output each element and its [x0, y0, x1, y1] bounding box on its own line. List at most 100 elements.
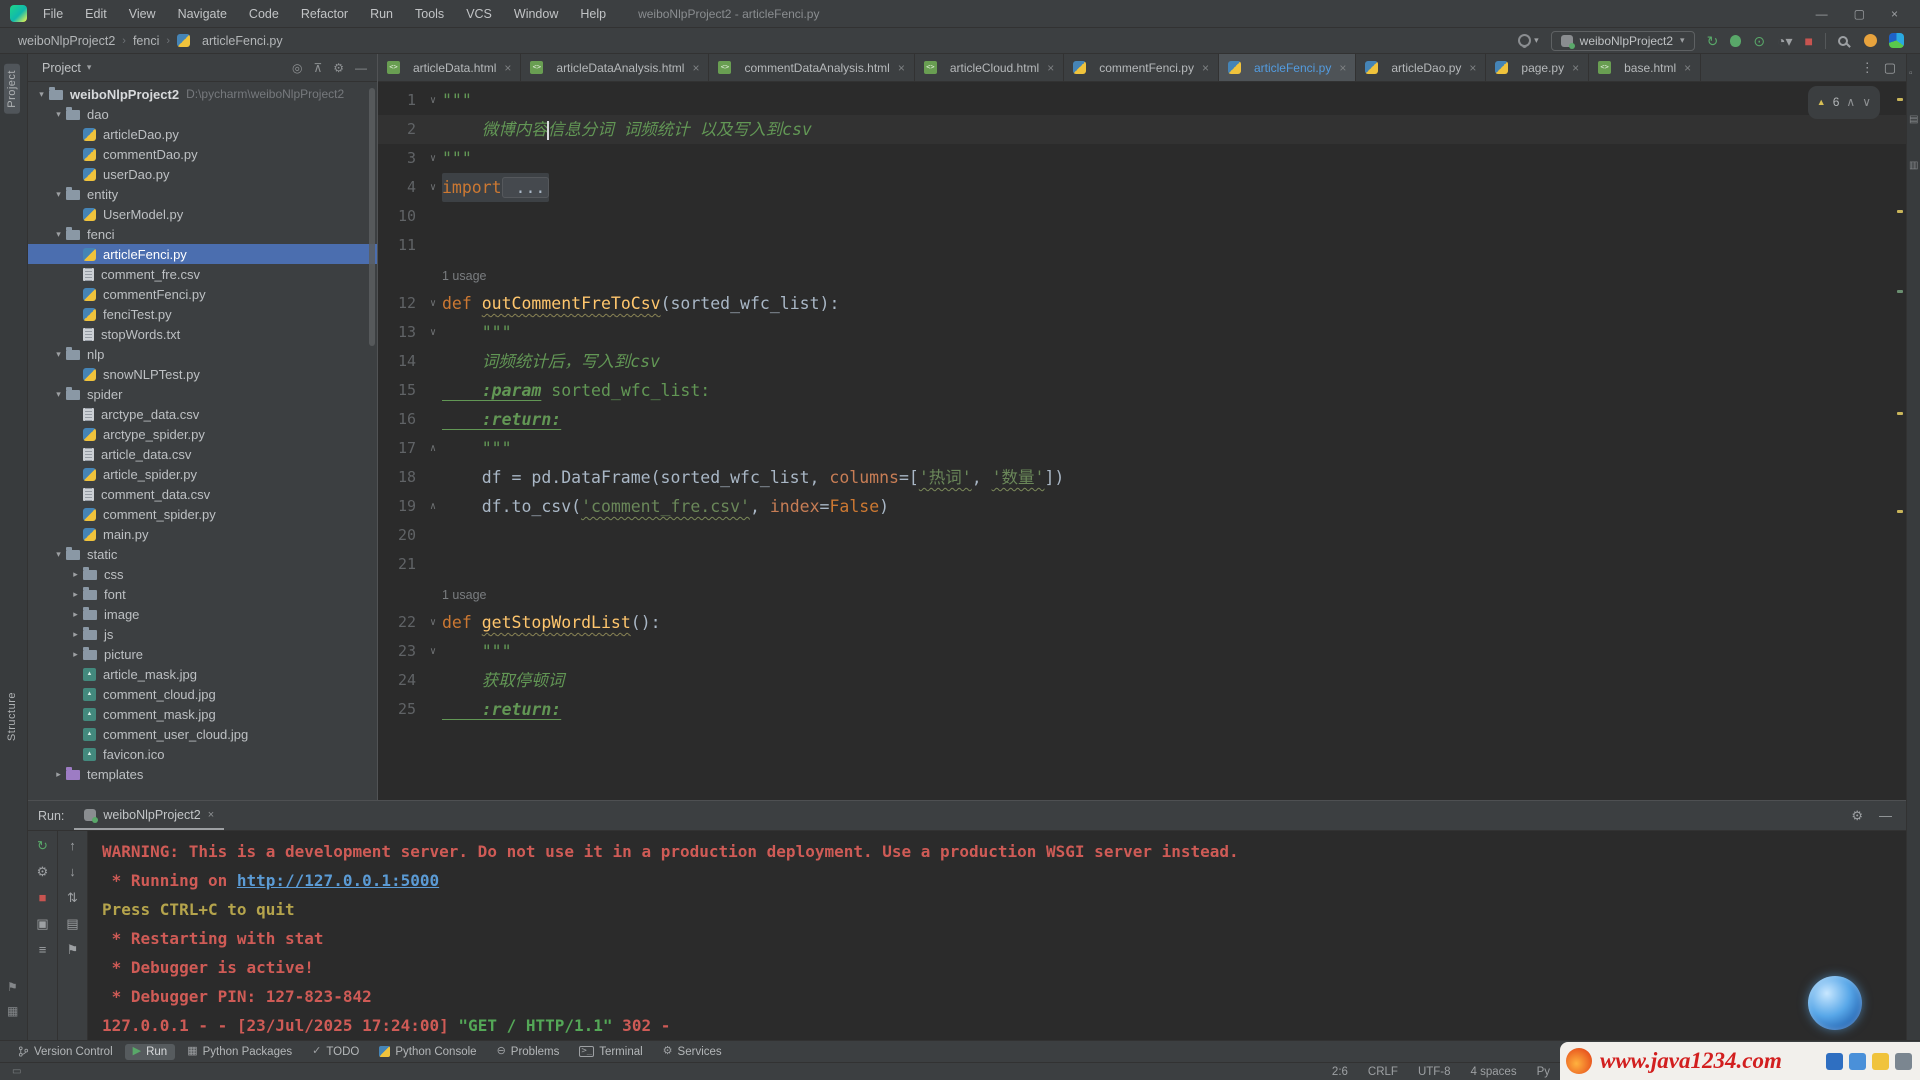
tree-item-commentdao-py[interactable]: commentDao.py: [28, 144, 377, 164]
status-indent[interactable]: 4 spaces: [1471, 1066, 1517, 1078]
run-tab[interactable]: weiboNlpProject2 ×: [74, 801, 225, 830]
hide-icon[interactable]: —: [355, 61, 367, 75]
menu-tools[interactable]: Tools: [413, 5, 446, 23]
fold-marker-icon[interactable]: ∨: [424, 173, 442, 202]
close-tab-icon[interactable]: ×: [504, 61, 511, 75]
menu-edit[interactable]: Edit: [83, 5, 109, 23]
close-tab-icon[interactable]: ×: [692, 61, 699, 75]
close-tab-icon[interactable]: ×: [1469, 61, 1476, 75]
tree-item-arctype-data-csv[interactable]: arctype_data.csv: [28, 404, 377, 424]
tree-item-comment-spider-py[interactable]: comment_spider.py: [28, 504, 377, 524]
chevron-down-icon[interactable]: ▾: [34, 89, 49, 100]
collapse-all-icon[interactable]: ⊼: [313, 61, 322, 75]
notifications-badge-icon[interactable]: [1864, 34, 1877, 47]
tree-item-spider[interactable]: ▾ spider: [28, 384, 377, 404]
tool-window-button-structure[interactable]: Structure: [6, 692, 18, 741]
toolbar-python-packages[interactable]: ▦ Python Packages: [179, 1044, 300, 1060]
status-caret-position[interactable]: 2:6: [1332, 1066, 1348, 1078]
sciview-icon[interactable]: ▥: [1909, 160, 1918, 171]
run-config-combo[interactable]: weiboNlpProject2 ▾: [1550, 30, 1695, 51]
tree-item-dao[interactable]: ▾ dao: [28, 104, 377, 124]
usage-hint[interactable]: 1 usage: [442, 269, 486, 283]
stop-icon[interactable]: ■: [39, 891, 47, 904]
chevron-right-icon[interactable]: ▸: [68, 609, 83, 620]
tab-articledata-html[interactable]: articleData.html ×: [378, 54, 522, 81]
tool-windows-icon[interactable]: ▦: [7, 1004, 18, 1018]
coverage-icon[interactable]: ⊙: [1753, 34, 1765, 48]
toolbar-terminal[interactable]: >_ Terminal: [571, 1044, 650, 1060]
status-interpreter[interactable]: Py: [1537, 1066, 1550, 1078]
project-panel-title[interactable]: Project: [42, 61, 81, 75]
tab-articlefenci-py[interactable]: articleFenci.py ×: [1218, 54, 1357, 81]
close-tab-icon[interactable]: ×: [1339, 61, 1346, 75]
chevron-right-icon[interactable]: ▸: [68, 569, 83, 580]
tree-item-fencitest-py[interactable]: fenciTest.py: [28, 304, 377, 324]
menu-vcs[interactable]: VCS: [464, 5, 494, 23]
toolbar-services[interactable]: ⚙ Services: [655, 1044, 730, 1060]
tree-item-article-mask-jpg[interactable]: article_mask.jpg: [28, 664, 377, 684]
tree-item-weibonlpproject2[interactable]: ▾ weiboNlpProject2 D:\pycharm\weiboNlpProj…: [28, 84, 377, 104]
tree-item-articlefenci-py[interactable]: articleFenci.py: [28, 244, 377, 264]
chevron-right-icon[interactable]: ▸: [51, 769, 66, 780]
chevron-down-icon[interactable]: ▾: [51, 229, 66, 240]
tab-articlecloud-html[interactable]: articleCloud.html ×: [915, 54, 1065, 81]
more-options-icon[interactable]: ⋮: [1861, 60, 1874, 76]
inspections-widget[interactable]: ▲ 6 ∧ ∨: [1807, 86, 1880, 119]
menu-refactor[interactable]: Refactor: [299, 5, 350, 23]
edit-config-icon[interactable]: ⚙: [37, 865, 49, 878]
tree-item-commentfenci-py[interactable]: commentFenci.py: [28, 284, 377, 304]
pin-icon[interactable]: ⚑: [67, 943, 79, 956]
tree-item-snownlptest-py[interactable]: snowNLPTest.py: [28, 364, 377, 384]
tree-item-comment-cloud-jpg[interactable]: comment_cloud.jpg: [28, 684, 377, 704]
usage-hint[interactable]: 1 usage: [442, 588, 486, 602]
rerun-icon[interactable]: ↻: [1707, 34, 1719, 48]
toolbar-problems[interactable]: ⊖ Problems: [489, 1044, 568, 1060]
menu-window[interactable]: Window: [512, 5, 560, 23]
chevron-down-icon[interactable]: ▾: [51, 109, 66, 120]
close-tab-icon[interactable]: ×: [1047, 61, 1054, 75]
chevron-down-icon[interactable]: ▾: [51, 189, 66, 200]
fold-marker-icon[interactable]: ∨: [424, 608, 442, 637]
chevron-right-icon[interactable]: ▸: [68, 589, 83, 600]
tree-item-favicon-ico[interactable]: favicon.ico: [28, 744, 377, 764]
menu-file[interactable]: File: [41, 5, 65, 23]
code-editor[interactable]: 1 ∨ """ 2 微博内容信息分词 词频统计 以及写入到csv 3 ∨ """ 4 ∨ impo…: [378, 82, 1906, 800]
tree-item-article-data-csv[interactable]: article_data.csv: [28, 444, 377, 464]
settings-icon[interactable]: ⚙: [1851, 808, 1863, 824]
tool-window-button-project[interactable]: Project: [4, 64, 20, 114]
fold-marker-icon[interactable]: ∨: [424, 86, 442, 115]
notifications-icon[interactable]: ▫: [1909, 68, 1913, 79]
chevron-down-icon[interactable]: ▾: [51, 349, 66, 360]
menu-navigate[interactable]: Navigate: [176, 5, 229, 23]
fold-marker-icon[interactable]: ∨: [424, 144, 442, 173]
tab-page-py[interactable]: page.py ×: [1486, 54, 1590, 81]
close-icon[interactable]: ×: [208, 809, 214, 821]
down-icon[interactable]: ↓: [69, 865, 76, 878]
tree-item-stopwords-txt[interactable]: stopWords.txt: [28, 324, 377, 344]
tree-item-entity[interactable]: ▾ entity: [28, 184, 377, 204]
error-stripe[interactable]: [1894, 82, 1906, 800]
toolbar-todo[interactable]: ✓ TODO: [304, 1044, 367, 1060]
menu-code[interactable]: Code: [247, 5, 281, 23]
tree-item-font[interactable]: ▸ font: [28, 584, 377, 604]
fold-marker-icon[interactable]: ∧: [424, 492, 442, 521]
tree-item-picture[interactable]: ▸ picture: [28, 644, 377, 664]
profiler-icon[interactable]: ◔▾: [1777, 34, 1792, 48]
minimize-icon[interactable]: —: [1879, 808, 1892, 824]
stop-icon[interactable]: ■: [1805, 34, 1813, 48]
toolbar-version-control[interactable]: Version Control: [10, 1044, 121, 1060]
tree-item-image[interactable]: ▸ image: [28, 604, 377, 624]
prev-problem-icon[interactable]: ∧: [1846, 88, 1855, 117]
tree-item-templates[interactable]: ▸ templates: [28, 764, 377, 784]
tree-item-main-py[interactable]: main.py: [28, 524, 377, 544]
tree-item-articledao-py[interactable]: articleDao.py: [28, 124, 377, 144]
tool-window-switcher-icon[interactable]: ▭: [12, 1066, 21, 1077]
tree-item-fenci[interactable]: ▾ fenci: [28, 224, 377, 244]
close-tab-icon[interactable]: ×: [1202, 61, 1209, 75]
breadcrumb-item-articlefenci-py[interactable]: articleFenci.py: [177, 34, 283, 48]
fold-marker-icon[interactable]: ∨: [424, 318, 442, 347]
close-icon[interactable]: ×: [1891, 7, 1898, 21]
soft-wrap-icon[interactable]: ≡: [39, 943, 47, 956]
breadcrumb-item-fenci[interactable]: fenci: [133, 34, 159, 48]
print-icon[interactable]: ▤: [66, 917, 78, 930]
